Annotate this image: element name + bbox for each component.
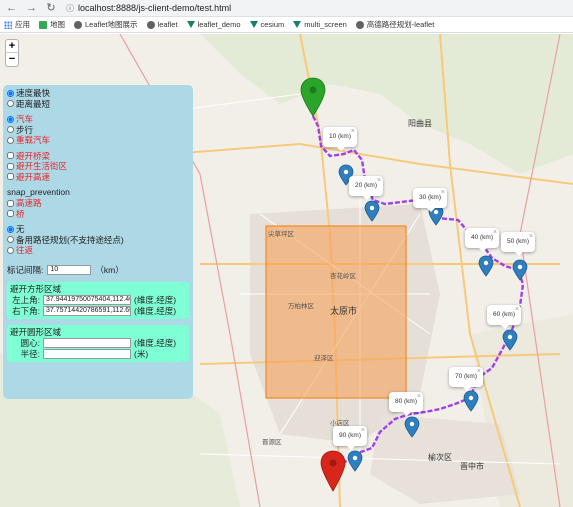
- map-label-xinghualing: 杏花岭区: [330, 273, 356, 280]
- distance-popup-70km[interactable]: 70 (km) ×: [449, 367, 483, 391]
- map-label-jinzhong: 晋中市: [460, 462, 484, 471]
- strategy-fastest-radio[interactable]: [7, 89, 14, 97]
- bottom-right-unit: (维度,经度): [134, 306, 177, 316]
- close-icon[interactable]: ×: [515, 300, 519, 320]
- mode-round-trip-radio[interactable]: [7, 246, 14, 254]
- marker-pin-50km[interactable]: [512, 259, 528, 281]
- avoid-rect-section: 避开方形区域 左上角: 37.94419750075404,112.46 (维度…: [7, 281, 189, 319]
- url-text: localhost:8888/js-client-demo/test.html: [78, 3, 232, 13]
- address-bar[interactable]: ⓘ localhost:8888/js-client-demo/test.htm…: [66, 3, 231, 14]
- map-label-yingze: 迎泽区: [314, 355, 334, 362]
- top-left-input[interactable]: 37.94419750075404,112.46: [43, 295, 131, 305]
- avoid-bridges-checkbox[interactable]: [7, 152, 14, 160]
- bookmark-apps[interactable]: 应用: [4, 19, 30, 30]
- distance-popup-80km[interactable]: 80 (km) ×: [389, 392, 423, 416]
- avoid-circle-section: 避开圆形区域 圆心: (维度,经度) 半径: (米): [7, 324, 189, 362]
- map-label-taiyuan: 太原市: [330, 306, 358, 316]
- radius-input[interactable]: [43, 349, 131, 359]
- close-icon[interactable]: ×: [361, 421, 365, 441]
- avoid-residential-checkbox[interactable]: [7, 162, 14, 170]
- vehicle-car[interactable]: 汽车: [7, 114, 189, 125]
- bottom-right-label: 右下角:: [12, 306, 40, 316]
- avoid-circle-title: 避开圆形区域: [10, 327, 62, 337]
- close-icon[interactable]: ×: [493, 223, 497, 243]
- reload-icon[interactable]: ↻: [46, 0, 56, 17]
- interval-input[interactable]: 10: [47, 264, 92, 275]
- interval-unit: （km）: [95, 264, 124, 275]
- distance-popup-90km[interactable]: 90 (km) ×: [333, 426, 367, 450]
- distance-popup-40km[interactable]: 40 (km) ×: [465, 228, 499, 252]
- mode-alternative-radio[interactable]: [7, 236, 14, 244]
- snap-highway-checkbox[interactable]: [7, 199, 14, 207]
- bookmark-leaflet-demo[interactable]: leaflet_demo: [186, 20, 241, 29]
- mode-round-trip[interactable]: 往返: [7, 245, 189, 256]
- map-label-jiancaoping: 尖草坪区: [268, 231, 294, 238]
- globe-icon: [74, 20, 82, 29]
- zoom-control: + −: [5, 39, 19, 67]
- map-container[interactable]: 阳曲县 太原市 杏花岭区 万柏林区 小店区 晋源区 榆次区 晋中市 尖草坪区 迎…: [0, 34, 573, 507]
- start-marker-pin[interactable]: [300, 77, 326, 117]
- distance-popup-10km[interactable]: 10 (km) ×: [323, 127, 357, 151]
- bookmark-leaflet-show[interactable]: Leaflet地图展示: [74, 19, 138, 30]
- distance-popup-30km[interactable]: 30 (km) ×: [413, 188, 447, 212]
- cesium-icon: [186, 21, 195, 28]
- map-icon: [39, 20, 47, 29]
- bookmarks-bar: 应用 地图 Leaflet地图展示 leaflet leaflet_demo c…: [0, 17, 573, 33]
- distance-popup-50km[interactable]: 50 (km) ×: [501, 232, 535, 256]
- mode-alternative[interactable]: 备用路径规划(不支持途经点): [7, 235, 189, 246]
- close-icon[interactable]: ×: [529, 227, 533, 247]
- snap-bridge[interactable]: 桥: [7, 209, 189, 220]
- distance-popup-20km[interactable]: 20 (km) ×: [349, 176, 383, 200]
- close-icon[interactable]: ×: [377, 171, 381, 191]
- avoid-highway-checkbox[interactable]: [7, 173, 14, 181]
- cesium-icon: [249, 21, 258, 28]
- vehicle-walk-radio[interactable]: [7, 126, 14, 134]
- strategy-shortest[interactable]: 距离最短: [7, 99, 189, 110]
- radius-unit: (米): [134, 349, 149, 359]
- cesium-icon: [293, 21, 302, 28]
- vehicle-truck[interactable]: 重载汽车: [7, 135, 189, 146]
- bookmark-leaflet[interactable]: leaflet: [146, 20, 178, 29]
- strategy-shortest-radio[interactable]: [7, 100, 14, 108]
- marker-pin-70km[interactable]: [463, 390, 479, 412]
- globe-icon: [355, 20, 364, 29]
- apps-icon: [4, 20, 12, 29]
- map-label-wanbailin: 万柏林区: [288, 303, 314, 310]
- marker-pin-90km[interactable]: [347, 450, 363, 472]
- back-arrow-icon[interactable]: ←: [6, 0, 17, 17]
- bookmark-multi-screen[interactable]: multi_screen: [293, 20, 347, 29]
- vehicle-car-radio[interactable]: [7, 115, 14, 123]
- forward-arrow-icon[interactable]: →: [26, 0, 37, 17]
- browser-toolbar: ← → ↻ ⓘ localhost:8888/js-client-demo/te…: [0, 0, 573, 17]
- bookmark-cesium[interactable]: cesium: [249, 20, 284, 29]
- end-marker-pin[interactable]: [320, 450, 346, 492]
- zoom-in-button[interactable]: +: [6, 40, 18, 53]
- bookmark-map[interactable]: 地图: [39, 19, 65, 30]
- interval-label: 标记间隔:: [7, 264, 44, 275]
- avoid-highway[interactable]: 避开高速: [7, 172, 189, 183]
- center-input[interactable]: [43, 338, 131, 348]
- snap-highway[interactable]: 高速路: [7, 198, 189, 209]
- vehicle-truck-radio[interactable]: [7, 136, 14, 144]
- avoid-rect-title: 避开方形区域: [10, 284, 62, 294]
- snap-bridge-checkbox[interactable]: [7, 210, 14, 218]
- zoom-out-button[interactable]: −: [6, 53, 18, 66]
- bottom-right-input[interactable]: 37.75714420786591,112.65: [43, 306, 131, 316]
- map-label-yuci: 榆次区: [428, 453, 452, 462]
- close-icon[interactable]: ×: [441, 183, 445, 203]
- mode-none-radio[interactable]: [7, 225, 14, 233]
- globe-icon: [146, 20, 155, 29]
- bookmark-gaode-route[interactable]: 高德路径规划-leaflet: [355, 19, 434, 30]
- radius-label: 半径:: [20, 349, 40, 359]
- close-icon[interactable]: ×: [351, 122, 355, 142]
- close-icon[interactable]: ×: [477, 362, 481, 382]
- map-label-jinyuan: 晋源区: [262, 439, 282, 446]
- marker-pin-40km[interactable]: [478, 255, 494, 277]
- distance-popup-60km[interactable]: 60 (km) ×: [487, 305, 521, 329]
- route-options-panel: 速度最快 距离最短 汽车 步行 重载汽车 避开桥梁 避开生活街区 避开高速 sn…: [3, 85, 193, 399]
- map-label-yangqu: 阳曲县: [408, 119, 432, 128]
- close-icon[interactable]: ×: [417, 387, 421, 407]
- info-icon: ⓘ: [66, 3, 74, 13]
